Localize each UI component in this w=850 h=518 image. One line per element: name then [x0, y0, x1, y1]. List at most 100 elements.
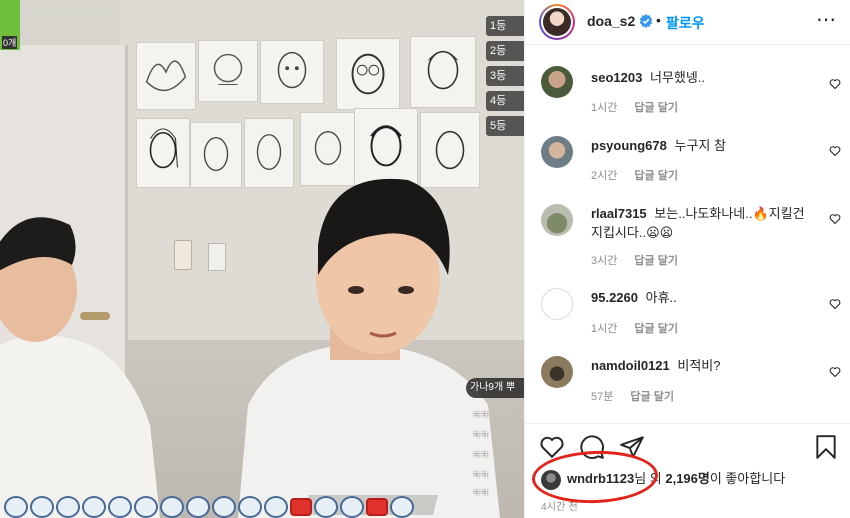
reply-button[interactable]: 답글 달기 [634, 102, 678, 114]
wall-drawing [190, 122, 242, 188]
wall-drawing [136, 42, 196, 110]
commenter-avatar[interactable] [541, 66, 573, 98]
wall-drawing [136, 118, 190, 188]
comment-like-heart-icon[interactable] [829, 78, 841, 90]
emote-icon [340, 496, 364, 518]
rank-item: 3등 [486, 66, 524, 86]
post-header: doa_s2 • 팔로우 ⋯ [525, 0, 850, 45]
likes-text-1: 님 외 [634, 471, 666, 486]
reply-button[interactable]: 답글 달기 [634, 323, 678, 335]
comment-text: psyoung678 누구지 참 [591, 136, 813, 155]
comment-like-heart-icon[interactable] [829, 145, 841, 157]
emote-strip [0, 496, 524, 518]
commenter-username[interactable]: namdoil0121 [591, 358, 670, 373]
donation-alert: 가나9개 뿌 [466, 378, 524, 398]
likes-summary: wndrb1123님 외 2,196명이 좋아합니다 [541, 468, 785, 490]
liker-avatar[interactable] [541, 469, 561, 490]
comment-meta: 1시간 답글 달기 [591, 320, 692, 336]
author-avatar[interactable] [539, 4, 575, 40]
commenter-avatar[interactable] [541, 356, 573, 388]
send-icon[interactable] [619, 434, 645, 460]
person-left [0, 217, 160, 518]
emote-icon [82, 496, 106, 518]
chat-line: ㅋㅋ [472, 470, 489, 480]
emote-icon [264, 496, 288, 518]
comment-like-heart-icon[interactable] [829, 366, 841, 378]
heart-icon[interactable] [539, 434, 565, 460]
comment-time: 3시간 [591, 255, 618, 267]
post-timestamp: 4시간 전 [541, 502, 578, 513]
emote-count-badge [290, 498, 312, 516]
comment-meta: 57분 답글 달기 [591, 388, 688, 404]
chat-line: ㅋㅋ [472, 450, 489, 460]
comment-icon[interactable] [579, 434, 605, 460]
comment-like-heart-icon[interactable] [829, 298, 841, 310]
post-side-panel: doa_s2 • 팔로우 ⋯ seo1203 너무했넹.. 1시간 답글 달기 … [524, 0, 850, 518]
follow-button[interactable]: 팔로우 [666, 13, 705, 33]
commenter-avatar[interactable] [541, 136, 573, 168]
header-separator: • [656, 12, 661, 28]
rank-item: 2등 [486, 41, 524, 61]
emote-icon [160, 496, 184, 518]
wall-drawing [260, 40, 324, 104]
emote-icon [108, 496, 132, 518]
comment-meta: 1시간 답글 달기 [591, 99, 692, 115]
more-options-icon[interactable]: ⋯ [816, 10, 837, 30]
stream-badge: 0개 [0, 0, 20, 50]
rank-item: 1등 [486, 16, 524, 36]
comment-text: namdoil0121 비적비? [591, 356, 813, 375]
comment-body: 누구지 참 [674, 138, 726, 153]
author-username[interactable]: doa_s2 [587, 13, 635, 29]
commenter-avatar[interactable] [541, 204, 573, 236]
emote-icon [212, 496, 236, 518]
commenter-avatar[interactable] [541, 288, 573, 320]
comment-time: 2시간 [591, 170, 618, 182]
likes-count[interactable]: 2,196명 [665, 471, 710, 486]
chat-line: ㅋㅋ [472, 410, 489, 420]
reply-button[interactable]: 답글 달기 [630, 391, 674, 403]
reply-button[interactable]: 답글 달기 [634, 170, 678, 182]
commenter-username[interactable]: seo1203 [591, 70, 642, 85]
wall-drawing [410, 36, 476, 108]
bookmark-icon[interactable] [813, 434, 839, 460]
emote-count-badge [366, 498, 388, 516]
commenter-username[interactable]: 95.2260 [591, 290, 638, 305]
wall-drawing [198, 40, 258, 102]
comment-time: 57분 [591, 391, 614, 403]
commenter-username[interactable]: psyoung678 [591, 138, 667, 153]
liker-username[interactable]: wndrb1123 [567, 471, 634, 486]
post-media-image[interactable]: 0개 1등 2등 3등 4등 5등 가나9개 뿌 ㅋㅋ ㅋㅋ ㅋㅋ ㅋㅋ ㅋㅋ [0, 0, 524, 518]
stream-badge-text: 0개 [2, 36, 18, 49]
emote-icon [390, 496, 414, 518]
emote-icon [238, 496, 262, 518]
comment-like-heart-icon[interactable] [829, 213, 841, 225]
comment-meta: 2시간 답글 달기 [591, 167, 692, 183]
wall-drawing [336, 38, 400, 110]
outlet [208, 243, 226, 271]
rank-item: 5등 [486, 116, 524, 136]
comment-time: 1시간 [591, 323, 618, 335]
emote-icon [4, 496, 28, 518]
emote-icon [30, 496, 54, 518]
comment-text: seo1203 너무했넹.. [591, 68, 813, 87]
likes-text-2: 이 좋아합니다 [709, 471, 786, 486]
comment-body: 아휴.. [645, 290, 677, 305]
emote-icon [56, 496, 80, 518]
comment-body: 너무했넹.. [649, 70, 706, 85]
rank-item: 4등 [486, 91, 524, 111]
comment-body: 비적비? [677, 358, 721, 373]
emote-icon [186, 496, 210, 518]
chat-line: ㅋㅋ [472, 430, 489, 440]
light-switch [174, 240, 192, 270]
comment-meta: 3시간 답글 달기 [591, 252, 692, 268]
comment-time: 1시간 [591, 102, 618, 114]
reply-button[interactable]: 답글 달기 [634, 255, 678, 267]
post-actions [525, 423, 850, 471]
comment-text: 95.2260 아휴.. [591, 288, 813, 307]
commenter-username[interactable]: rlaal7315 [591, 206, 647, 221]
emote-icon [134, 496, 158, 518]
emote-icon [314, 496, 338, 518]
verified-badge-icon [639, 14, 653, 28]
comment-text: rlaal7315 보는..나도화나네..🔥지킬건 지킵시다..😦😦 [591, 204, 813, 242]
ranking-list: 1등 2등 3등 4등 5등 [486, 16, 524, 141]
